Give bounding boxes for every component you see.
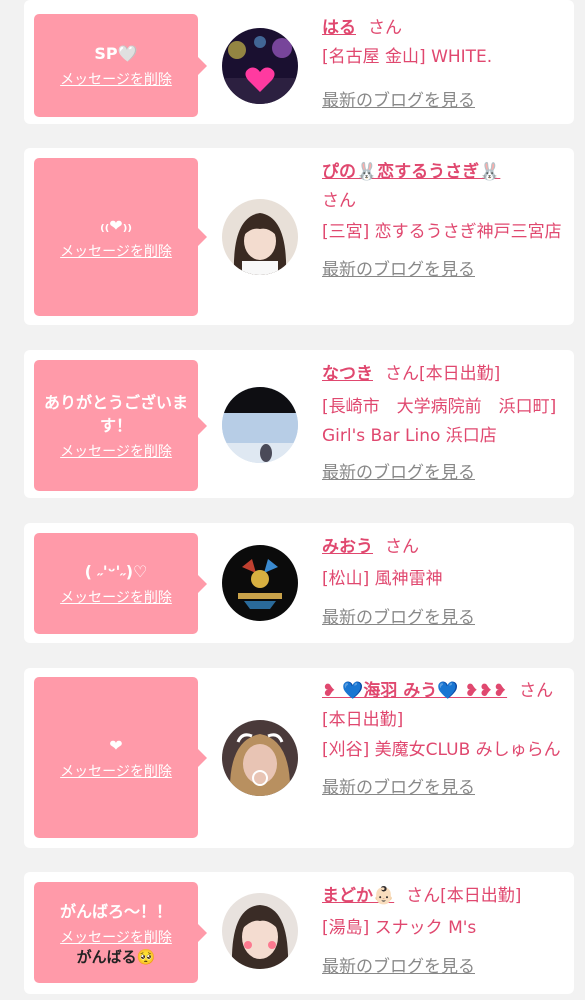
delete-message-link[interactable]: メッセージを削除 bbox=[60, 243, 172, 261]
blog-row: 最新のブログを見る bbox=[322, 604, 567, 633]
shop-text: [三宮] 恋するうさぎ神戸三宮店 bbox=[322, 222, 562, 242]
message-text: ( ˶'ᵕ'˶)♡ bbox=[84, 562, 148, 581]
message-bubble: ( ˶'ᵕ'˶)♡ メッセージを削除 bbox=[34, 533, 207, 634]
entry-info: はる さん [名古屋 金山] WHITE. 最新のブログを見る bbox=[322, 14, 567, 116]
entry-info: ❥ 💙海羽 みう💙 ❥❥❥ さん [本日出勤] [刈谷] 美魔女CLUB みしゅらん… bbox=[322, 677, 567, 803]
delete-message-link[interactable]: メッセージを削除 bbox=[60, 71, 172, 89]
avatar[interactable] bbox=[222, 720, 298, 796]
delete-message-link[interactable]: メッセージを削除 bbox=[60, 443, 172, 461]
message-text: がんばろ〜！！ bbox=[59, 901, 172, 921]
cast-name-link[interactable]: ぴの🐰恋するうさぎ🐰 bbox=[322, 162, 500, 182]
shop-text: [名古屋 金山] WHITE. bbox=[322, 47, 493, 67]
cast-name-link[interactable]: ❥ 💙海羽 みう💙 ❥❥❥ bbox=[322, 681, 507, 701]
message-card: ありがとうございます！ メッセージを削除 なつき さん[本日出勤] [長崎市 大学… bbox=[24, 350, 574, 498]
message-card: ₍₍❤︎₎₎ メッセージを削除 ぴの🐰恋するうさぎ🐰 さん [三宮] 恋するうさ… bbox=[24, 148, 574, 325]
status-badge: [本日出勤] bbox=[419, 364, 501, 384]
message-bubble: がんばろ〜！！ メッセージを削除 がんばる🥺 bbox=[34, 882, 207, 983]
entry-info: ぴの🐰恋するうさぎ🐰 さん [三宮] 恋するうさぎ神戸三宮店 最新のブログを見る bbox=[322, 158, 567, 285]
message-bubble: ₍₍❤︎₎₎ メッセージを削除 bbox=[34, 158, 207, 316]
message-bubble: ❤︎ メッセージを削除 bbox=[34, 677, 207, 838]
message-bubble: SP🤍 メッセージを削除 bbox=[34, 14, 207, 117]
blog-row: 最新のブログを見る bbox=[322, 459, 567, 488]
blog-link[interactable]: 最新のブログを見る bbox=[322, 608, 475, 628]
name-row: なつき さん[本日出勤] bbox=[322, 360, 567, 389]
shop-text: [長崎市 大学病院前 浜口町] Girl's Bar Lino 浜口店 bbox=[322, 397, 557, 446]
cast-name-link[interactable]: まどか👶🏻 bbox=[322, 886, 394, 906]
blog-row: 最新のブログを見る bbox=[322, 87, 567, 116]
message-card: がんばろ〜！！ メッセージを削除 がんばる🥺 まどか👶🏻 さん[本日出勤] [湯島… bbox=[24, 872, 574, 994]
name-row: ❥ 💙海羽 みう💙 ❥❥❥ さん [本日出勤] bbox=[322, 677, 567, 735]
delete-message-link[interactable]: メッセージを削除 bbox=[60, 763, 172, 781]
status-badge: [本日出勤] bbox=[322, 710, 404, 730]
shop-text: [刈谷] 美魔女CLUB みしゅらん bbox=[322, 740, 561, 760]
status-badge: [本日出勤] bbox=[440, 886, 522, 906]
delete-message-link[interactable]: メッセージを削除 bbox=[60, 589, 172, 607]
message-text: ₍₍❤︎₎₎ bbox=[100, 215, 132, 235]
message-bubble: ありがとうございます！ メッセージを削除 bbox=[34, 360, 207, 491]
honorific: さん bbox=[368, 18, 402, 38]
message-text: SP🤍 bbox=[94, 44, 138, 63]
blog-link[interactable]: 最新のブログを見る bbox=[322, 91, 475, 111]
message-text: ❤︎ bbox=[109, 736, 123, 755]
message-card: SP🤍 メッセージを削除 はる さん [名古屋 金山] WHITE. 最新のブログ… bbox=[24, 0, 574, 124]
honorific: さん bbox=[322, 191, 356, 211]
name-row: ぴの🐰恋するうさぎ🐰 bbox=[322, 158, 567, 187]
avatar[interactable] bbox=[222, 893, 298, 969]
blog-row: 最新のブログを見る bbox=[322, 953, 567, 982]
name-row: はる さん bbox=[322, 14, 567, 43]
avatar[interactable] bbox=[222, 387, 298, 463]
cast-name-link[interactable]: みおう bbox=[322, 537, 373, 557]
blog-link[interactable]: 最新のブログを見る bbox=[322, 260, 475, 280]
name-row: みおう さん bbox=[322, 533, 567, 562]
avatar[interactable] bbox=[222, 199, 298, 275]
entry-info: まどか👶🏻 さん[本日出勤] [湯島] スナック M's 最新のブログを見る bbox=[322, 882, 567, 982]
honorific: さん bbox=[385, 537, 419, 557]
honorific: さん bbox=[406, 886, 441, 906]
blog-link[interactable]: 最新のブログを見る bbox=[322, 957, 475, 977]
extra-message-text: がんばる🥺 bbox=[76, 947, 156, 966]
avatar[interactable] bbox=[222, 28, 298, 104]
blog-row: 最新のブログを見る bbox=[322, 774, 567, 803]
shop-text: [松山] 風神雷神 bbox=[322, 569, 443, 589]
message-text: ありがとうございます！ bbox=[43, 392, 188, 435]
blog-link[interactable]: 最新のブログを見る bbox=[322, 778, 475, 798]
avatar[interactable] bbox=[222, 545, 298, 621]
blog-row: 最新のブログを見る bbox=[322, 256, 567, 285]
cast-name-link[interactable]: はる bbox=[322, 18, 356, 38]
message-card: ❤︎ メッセージを削除 ❥ 💙海羽 みう💙 ❥❥❥ さん [本日出勤] [刈谷] 美… bbox=[24, 668, 574, 848]
honorific: さん bbox=[519, 681, 554, 701]
name-row: まどか👶🏻 さん[本日出勤] bbox=[322, 882, 567, 911]
blog-link[interactable]: 最新のブログを見る bbox=[322, 463, 475, 483]
entry-info: みおう さん [松山] 風神雷神 最新のブログを見る bbox=[322, 533, 567, 633]
message-card: ( ˶'ᵕ'˶)♡ メッセージを削除 みおう さん [松山] 風神雷神 最新のブロ… bbox=[24, 523, 574, 643]
shop-text: [湯島] スナック M's bbox=[322, 918, 477, 938]
honorific: さん bbox=[385, 364, 419, 384]
cast-name-link[interactable]: なつき bbox=[322, 364, 373, 384]
entry-info: なつき さん[本日出勤] [長崎市 大学病院前 浜口町] Girl's Bar L… bbox=[322, 360, 567, 488]
delete-message-link[interactable]: メッセージを削除 bbox=[60, 929, 172, 947]
